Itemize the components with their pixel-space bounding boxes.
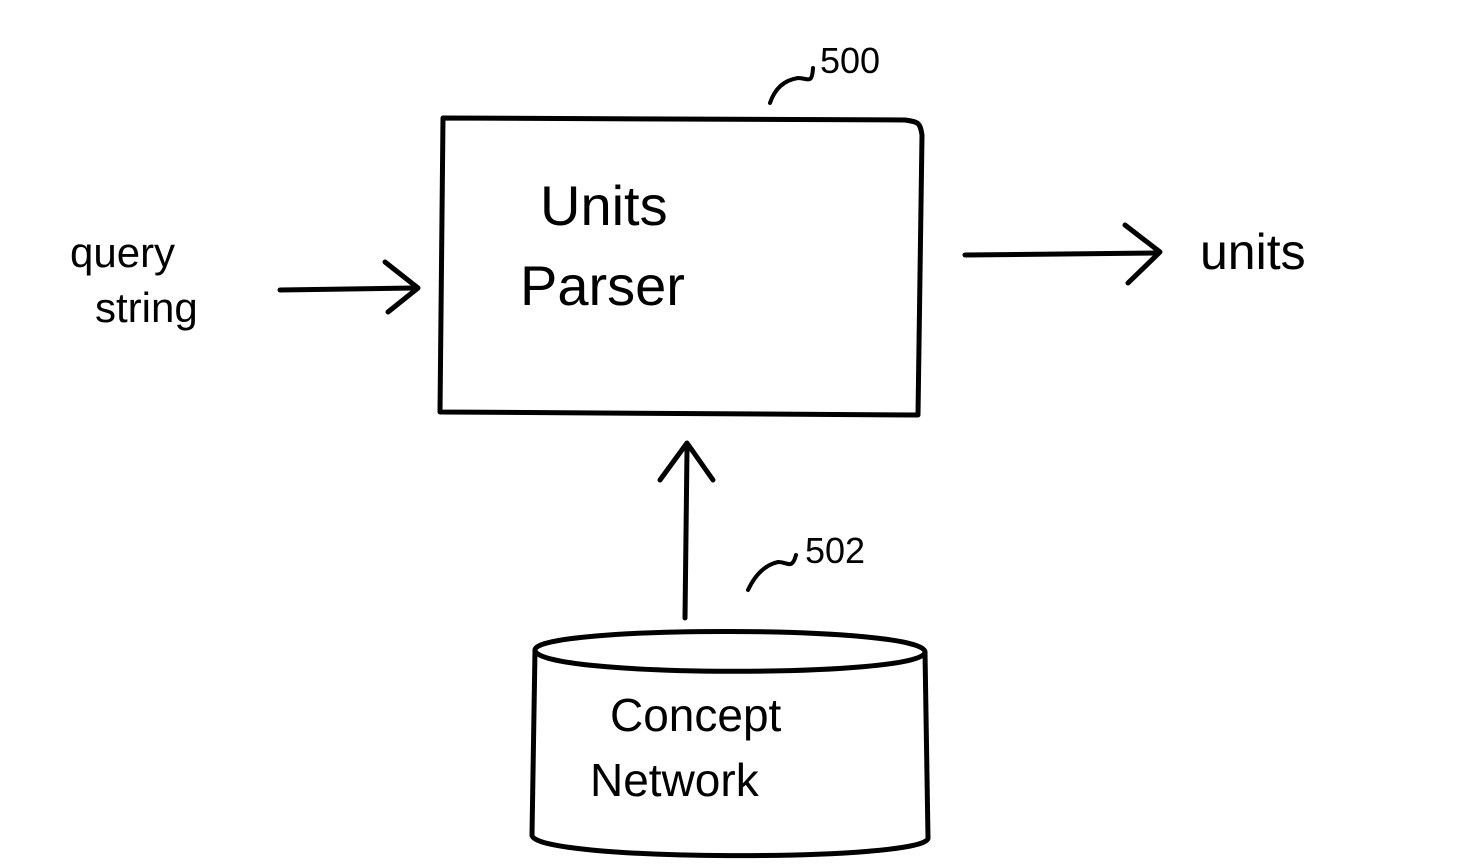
cylinder-title-line2: Network [590, 755, 759, 806]
arrow-input-line [280, 288, 413, 290]
cylinder-title-line1: Concept [610, 690, 781, 741]
callout-500: 500 [820, 40, 880, 82]
cylinder-top [535, 631, 925, 671]
input-label-line1: query [70, 230, 175, 276]
box-title-line2: Parser [520, 255, 685, 317]
arrow-output-line [965, 253, 1155, 255]
arrow-up-line [685, 450, 687, 618]
callout-502: 502 [805, 530, 865, 572]
output-label: units [1200, 225, 1306, 280]
input-label-line2: string [95, 285, 198, 331]
box-title-line1: Units [540, 175, 668, 237]
cylinder-bottom [532, 835, 928, 856]
callout-squiggle-500 [770, 68, 813, 103]
cylinder-right [925, 652, 928, 838]
cylinder-left [532, 650, 535, 835]
callout-squiggle-502 [748, 555, 796, 590]
